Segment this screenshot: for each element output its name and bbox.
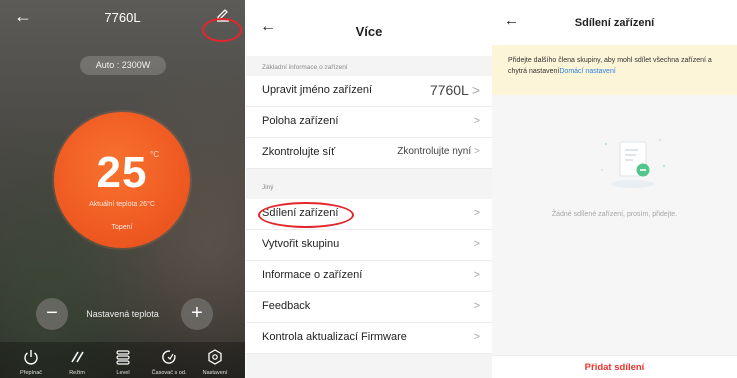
tab-settings[interactable]: Nastavení — [192, 342, 238, 378]
page-title: Sdílení zařízení — [574, 17, 655, 29]
empty-document-illustration — [601, 139, 666, 188]
row-check-network[interactable]: Zkontrolujte síť Zkontrolujte nyní > — [246, 138, 492, 169]
tab-timer[interactable]: Časovač s od. — [146, 342, 192, 378]
footer: Přidat sdílení — [492, 355, 737, 378]
settings-icon — [208, 349, 222, 365]
heater-control-screen: ← 7760L Auto : 2300W 25 °C Aktuální tepl… — [0, 0, 245, 378]
heating-mode: Topení — [111, 224, 133, 231]
bottom-tab-bar: Přepínač Režim Level Časovač s od. Nasta… — [0, 342, 245, 378]
chevron-right-icon: > — [473, 238, 480, 250]
temperature-unit: °C — [150, 150, 159, 159]
chevron-right-icon: > — [471, 82, 480, 98]
chevron-right-icon: > — [474, 146, 480, 157]
increase-temperature-button[interactable]: + — [181, 298, 213, 330]
header: ← Sdílení zařízení — [492, 0, 737, 45]
edit-highlight-circle — [202, 18, 242, 42]
home-settings-link[interactable]: Domácí nastavení — [559, 68, 615, 75]
power-icon — [24, 350, 38, 365]
tab-power[interactable]: Přepínač — [8, 342, 54, 378]
page-title: Více — [355, 24, 383, 39]
check-network-value: Zkontrolujte nyní — [397, 146, 472, 157]
tab-mode[interactable]: Režim — [54, 342, 100, 378]
row-device-info[interactable]: Informace o zařízení > — [246, 261, 492, 292]
device-sharing-screen: ← Sdílení zařízení Přidejte dalšího člen… — [492, 0, 737, 378]
mode-icon — [71, 351, 84, 363]
auto-power-badge: Auto : 2300W — [80, 56, 166, 75]
section-label-other: Jiný — [262, 184, 274, 191]
level-icon — [116, 350, 130, 365]
temperature-dial[interactable]: 25 °C Aktuální teplota 26°C Topení — [54, 112, 190, 248]
empty-state-text: Žádné sdílené zařízení, prosím, přidejte… — [551, 211, 678, 218]
row-firmware-update[interactable]: Kontrola aktualizací Firmware > — [246, 323, 492, 354]
tab-level[interactable]: Level — [100, 342, 146, 378]
actual-temperature: Aktuální teplota 26°C — [89, 201, 155, 208]
row-rename-device[interactable]: Upravit jméno zařízení 7760L > — [246, 76, 492, 107]
row-create-group[interactable]: Vytvořit skupinu > — [246, 230, 492, 261]
group-notice-banner: Přidejte dalšího člena skupiny, aby mohl… — [492, 45, 737, 95]
chevron-right-icon: > — [473, 269, 480, 281]
section-label-basic: Základní informace o zařízení — [262, 64, 348, 71]
row-feedback[interactable]: Feedback > — [246, 292, 492, 323]
sharing-highlight-circle — [258, 202, 354, 228]
chevron-right-icon: > — [473, 300, 480, 312]
chevron-right-icon: > — [473, 207, 480, 219]
header: ← Více — [246, 0, 492, 56]
add-sharing-button[interactable]: Přidat sdílení — [492, 362, 737, 373]
device-name-value: 7760L — [429, 82, 469, 98]
timer-icon — [162, 350, 176, 364]
chevron-right-icon: > — [473, 115, 480, 127]
more-settings-screen: ← Více Základní informace o zařízení Upr… — [246, 0, 492, 378]
chevron-right-icon: > — [473, 331, 480, 343]
row-device-location[interactable]: Poloha zařízení > — [246, 107, 492, 138]
target-temperature: 25 — [96, 148, 148, 197]
